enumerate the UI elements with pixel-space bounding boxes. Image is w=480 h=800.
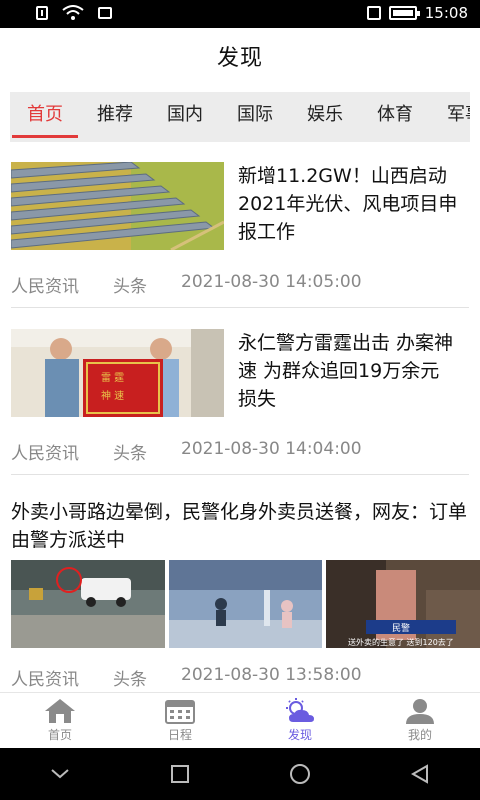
- news-tag: 头条: [113, 670, 147, 690]
- nav-home-label: 首页: [47, 728, 72, 742]
- home-button[interactable]: [280, 754, 320, 794]
- news-title[interactable]: 外卖小哥路边晕倒，民警化身外卖员送餐，网友：订单由警方派送中: [11, 498, 469, 554]
- square-icon: [171, 765, 189, 783]
- tab-entertainment[interactable]: 娱乐: [290, 92, 360, 142]
- image-gallery: 民警 送外卖的生意了 送到120去了: [11, 560, 480, 648]
- svg-text:雷 霆: 雷 霆: [101, 372, 124, 384]
- news-meta: 人民资讯 头条 2021-08-30 14:04:00: [11, 439, 396, 464]
- image-caption-2: 送外卖的生意了 送到120去了: [348, 637, 454, 647]
- home-icon: [45, 699, 75, 723]
- image-caption-1: 民警: [392, 622, 410, 634]
- svg-text:神 速: 神 速: [101, 389, 124, 402]
- news-feed[interactable]: 新增11.2GW！山西启动2021年光伏、风电项目申报工作 人民资讯 头条 20…: [0, 150, 480, 692]
- back-button[interactable]: [400, 754, 440, 794]
- news-tag: 头条: [113, 444, 147, 464]
- notification-icon: [36, 6, 48, 20]
- news-source: 人民资讯: [11, 670, 79, 690]
- news-item[interactable]: 外卖小哥路边晕倒，民警化身外卖员送餐，网友：订单由警方派送中 民警 送外卖的生意…: [11, 498, 480, 648]
- news-source: 人民资讯: [11, 444, 79, 464]
- cctv-scene-image: [168, 560, 323, 648]
- nav-discover-label: 发现: [287, 728, 312, 742]
- news-time: 2021-08-30 13:58:00: [181, 665, 362, 685]
- nav-home[interactable]: 首页: [0, 693, 120, 748]
- vibrate-icon: [366, 6, 381, 20]
- news-time: 2021-08-30 14:05:00: [181, 272, 362, 292]
- nav-profile[interactable]: 我的: [360, 693, 480, 748]
- user-icon: [406, 699, 434, 724]
- calendar-icon: [165, 700, 195, 724]
- news-time: 2021-08-30 14:04:00: [181, 439, 362, 459]
- indoor-scene-image: 民警 送外卖的生意了 送到120去了: [326, 560, 480, 648]
- news-meta: 人民资讯 头条 2021-08-30 14:05:00: [11, 272, 396, 297]
- page-title: 发现: [216, 46, 263, 71]
- nav-schedule-label: 日程: [167, 728, 192, 742]
- weather-icon: [286, 698, 314, 722]
- page-header: 发现: [0, 28, 480, 84]
- tab-international[interactable]: 国际: [220, 92, 290, 142]
- status-bar: 15:08: [0, 0, 480, 28]
- circle-icon: [290, 764, 310, 784]
- police-banner-image: 雷 霆 神 速: [11, 329, 224, 417]
- category-tabs[interactable]: 首页 推荐 国内 国际 娱乐 体育 军事: [10, 92, 470, 142]
- solar-panels-image: [11, 162, 224, 250]
- news-title[interactable]: 新增11.2GW！山西启动2021年光伏、风电项目申报工作: [238, 162, 458, 250]
- tab-military[interactable]: 军事: [430, 92, 470, 142]
- news-item[interactable]: 雷 霆 神 速 永仁警方雷霆出击 办案神速 为群众追回19万余元损失: [11, 329, 469, 417]
- news-source: 人民资讯: [11, 277, 79, 297]
- screen-icon: [98, 7, 112, 19]
- chevron-down-icon: [51, 769, 69, 779]
- nav-profile-label: 我的: [407, 728, 432, 742]
- news-item[interactable]: 新增11.2GW！山西启动2021年光伏、风电项目申报工作: [11, 162, 469, 250]
- tab-recommend[interactable]: 推荐: [80, 92, 150, 142]
- battery-icon: [388, 6, 420, 20]
- divider: [11, 474, 469, 475]
- system-navigation: [0, 748, 480, 800]
- recents-button[interactable]: [160, 754, 200, 794]
- nav-discover[interactable]: 发现: [240, 693, 360, 748]
- wifi-icon: [62, 5, 84, 20]
- tab-sports[interactable]: 体育: [360, 92, 430, 142]
- divider: [11, 307, 469, 308]
- nav-schedule[interactable]: 日程: [120, 693, 240, 748]
- hide-keyboard-button[interactable]: [40, 754, 80, 794]
- news-tag: 头条: [113, 277, 147, 297]
- tab-domestic[interactable]: 国内: [150, 92, 220, 142]
- news-title[interactable]: 永仁警方雷霆出击 办案神速 为群众追回19万余元损失: [238, 329, 458, 417]
- back-triangle-icon: [410, 764, 428, 784]
- tab-home[interactable]: 首页: [10, 92, 80, 142]
- clock: 15:08: [424, 4, 468, 22]
- bottom-navigation: 首页 日程 发现 我的: [0, 692, 480, 748]
- news-meta: 人民资讯 头条 2021-08-30 13:58:00: [11, 665, 396, 690]
- street-scene-image: [11, 560, 165, 648]
